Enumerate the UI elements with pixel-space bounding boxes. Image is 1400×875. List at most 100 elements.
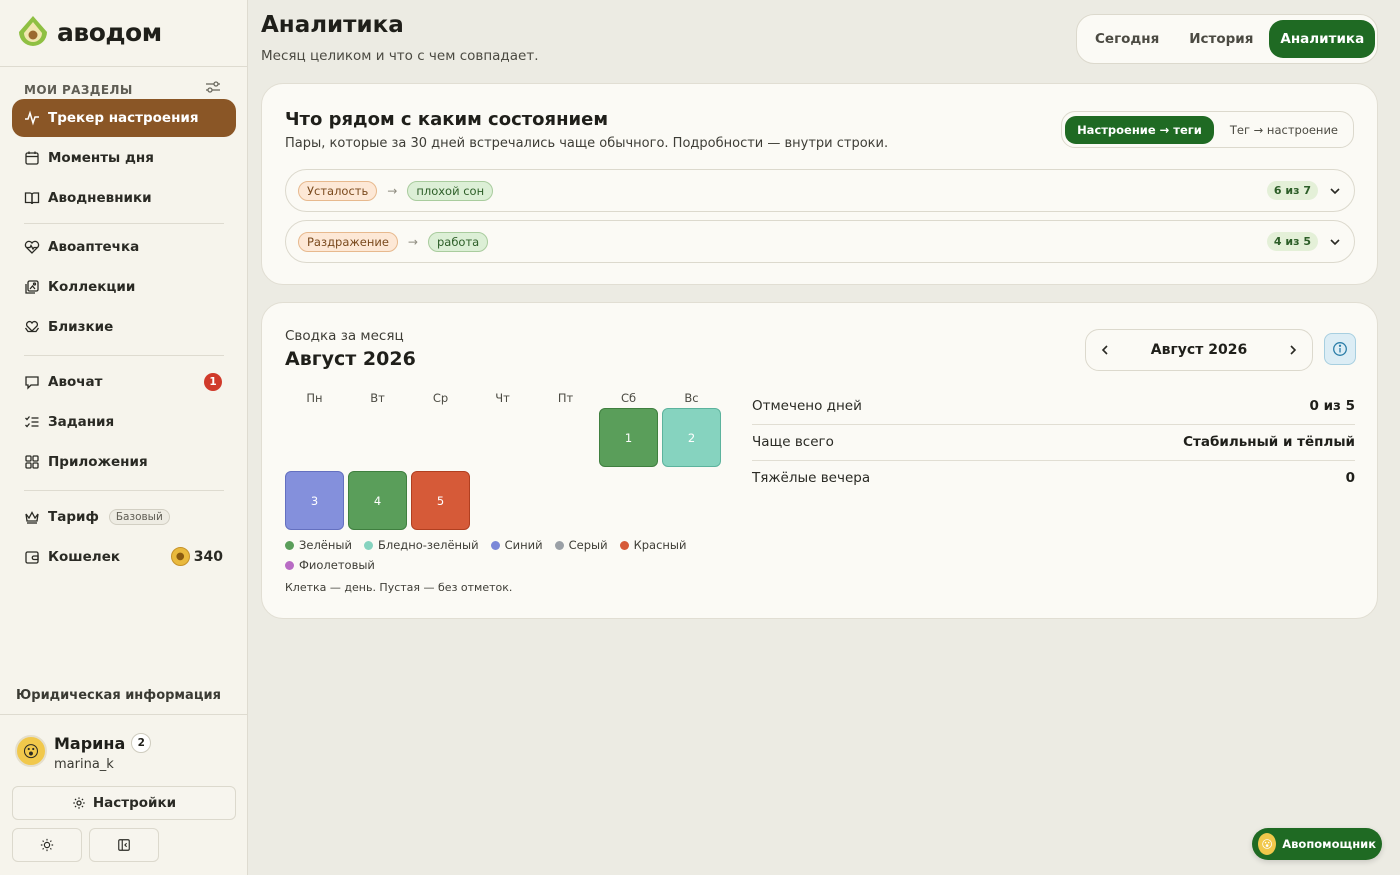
count-chip: 4 из 5 <box>1266 232 1318 251</box>
pairs-title: Что рядом с каким состоянием <box>285 109 609 130</box>
chevron-right-icon[interactable] <box>1286 343 1300 357</box>
sidebar-item-label: Задания <box>48 414 115 430</box>
coin-amount: 340 <box>193 548 223 565</box>
sidebar-item-label: Коллекции <box>48 279 136 295</box>
calendar-icon <box>25 151 39 165</box>
brand-name: аводом <box>57 17 162 47</box>
weekday-label: Сб <box>620 391 637 405</box>
calendar-note: Клетка — день. Пустая — без отметок. <box>285 581 513 594</box>
sidebar-item-tasks[interactable]: Задания <box>12 403 236 441</box>
divider <box>24 355 224 356</box>
toggle-mood-to-tags[interactable]: Настроение → теги <box>1065 115 1214 144</box>
divider <box>0 66 248 67</box>
legend-dot <box>490 540 500 550</box>
calendar-day[interactable]: 2 <box>662 408 721 467</box>
legend-label: Зелёный <box>299 538 352 552</box>
stat-row: Отмечено дней 0 из 5 <box>752 388 1355 424</box>
stat-row: Тяжёлые вечера 0 <box>752 460 1355 496</box>
pair-row[interactable]: Усталость → плохой сон 6 из 7 <box>285 169 1355 212</box>
sidebar-item-tariff[interactable]: Тариф Базовый <box>12 498 236 536</box>
summary-title: Август 2026 <box>285 348 416 370</box>
sidebar-item-pharmacy[interactable]: Авоаптечка <box>12 228 236 266</box>
legend-item: Синий <box>490 538 543 552</box>
section-title: МОИ РАЗДЕЛЫ <box>24 83 133 97</box>
direction-toggle: Настроение → теги Тег → настроение <box>1061 111 1354 148</box>
sidebar-item-apps[interactable]: Приложения <box>12 443 236 481</box>
divider <box>24 490 224 491</box>
assistant-button[interactable]: 😮 Авопомощник <box>1252 828 1382 860</box>
legend-item: Серый <box>554 538 608 552</box>
calendar-day[interactable]: 3 <box>285 471 344 530</box>
divider <box>24 223 224 224</box>
month-switcher: Август 2026 <box>1085 329 1313 371</box>
sidebar-item-diaries[interactable]: Аводневники <box>12 179 236 217</box>
checklist-icon <box>25 416 39 428</box>
sidebar-item-label: Тариф <box>48 509 99 525</box>
tag-chip: работа <box>427 231 489 252</box>
sidebar-item-label: Авочат <box>48 374 103 390</box>
legend-item: Красный <box>619 538 687 552</box>
sidebar-item-label: Близкие <box>48 319 114 335</box>
tab-history[interactable]: История <box>1177 20 1265 58</box>
stat-label: Тяжёлые вечера <box>752 470 871 486</box>
assistant-avatar-icon: 😮 <box>1258 833 1277 855</box>
coin-balance: ● 340 <box>170 547 223 566</box>
info-button[interactable] <box>1324 333 1356 365</box>
sidebar-item-label: Моменты дня <box>48 150 154 166</box>
weekday-label: Вт <box>370 391 385 405</box>
sidebar-item-mood-tracker[interactable]: Трекер настроения <box>12 99 236 137</box>
gallery-icon <box>25 280 39 294</box>
settings-label: Настройки <box>92 795 177 811</box>
settings-button[interactable]: Настройки <box>12 786 236 820</box>
grid-icon <box>25 455 39 469</box>
crown-icon <box>25 511 39 524</box>
sidebar-collapse-icon <box>118 839 130 851</box>
tab-today[interactable]: Сегодня <box>1081 20 1173 58</box>
tab-analytics[interactable]: Аналитика <box>1269 20 1376 58</box>
pairs-card: Что рядом с каким состоянием Пары, котор… <box>261 83 1378 285</box>
sidebar-item-label: Кошелек <box>48 549 121 565</box>
sidebar: аводом МОИ РАЗДЕЛЫ Трекер настроения Мом… <box>0 0 248 875</box>
view-tabs: Сегодня История Аналитика <box>1076 14 1378 64</box>
chevron-down-icon[interactable] <box>1328 184 1342 198</box>
theme-toggle-button[interactable] <box>12 828 82 862</box>
chevron-left-icon[interactable] <box>1098 343 1112 357</box>
count-chip: 6 из 7 <box>1266 181 1318 200</box>
toggle-tag-to-mood[interactable]: Тег → настроение <box>1218 116 1350 144</box>
calendar-day[interactable]: 4 <box>348 471 407 530</box>
mood-chip: Раздражение <box>298 231 398 252</box>
sidebar-item-wallet[interactable]: Кошелек ● 340 <box>12 538 236 576</box>
calendar-day[interactable]: 5 <box>411 471 470 530</box>
chevron-down-icon[interactable] <box>1328 235 1342 249</box>
sidebar-item-close-ones[interactable]: Близкие <box>12 308 236 346</box>
calendar-day[interactable]: 1 <box>599 408 658 467</box>
legend-dot <box>285 540 294 550</box>
pulse-icon <box>25 110 39 126</box>
legend-item: Бледно-зелёный <box>363 538 479 552</box>
info-icon <box>1333 342 1347 356</box>
pair-row[interactable]: Раздражение → работа 4 из 5 <box>285 220 1355 263</box>
month-summary-card: Сводка за месяц Август 2026 Август 2026 … <box>261 302 1378 619</box>
collapse-sidebar-button[interactable] <box>89 828 159 862</box>
sidebar-item-label: Приложения <box>48 454 148 470</box>
logo[interactable]: аводом <box>15 14 162 50</box>
avatar[interactable]: 😮 <box>15 735 47 767</box>
sun-icon <box>40 838 54 852</box>
arrow-right-icon: → <box>387 183 398 198</box>
sidebar-item-collections[interactable]: Коллекции <box>12 268 236 306</box>
legend-item: Зелёный <box>285 538 352 552</box>
sidebar-item-chat[interactable]: Авочат 1 <box>12 363 236 401</box>
sidebar-item-moments[interactable]: Моменты дня <box>12 139 236 177</box>
stat-label: Отмечено дней <box>752 398 862 414</box>
tariff-chip: Базовый <box>108 509 170 525</box>
avocado-coin-icon: ● <box>170 547 190 566</box>
stat-row: Чаще всего Стабильный и тёплый <box>752 424 1355 460</box>
divider <box>0 714 248 715</box>
gear-icon <box>73 797 85 809</box>
filter-sliders-icon[interactable] <box>205 80 221 94</box>
weekday-label: Ср <box>432 391 449 405</box>
pairs-subtitle: Пары, которые за 30 дней встречались чащ… <box>285 136 889 151</box>
sidebar-item-label: Авоаптечка <box>48 239 140 255</box>
stat-value: 0 из 5 <box>1309 398 1356 414</box>
legal-info-link[interactable]: Юридическая информация <box>16 688 221 703</box>
